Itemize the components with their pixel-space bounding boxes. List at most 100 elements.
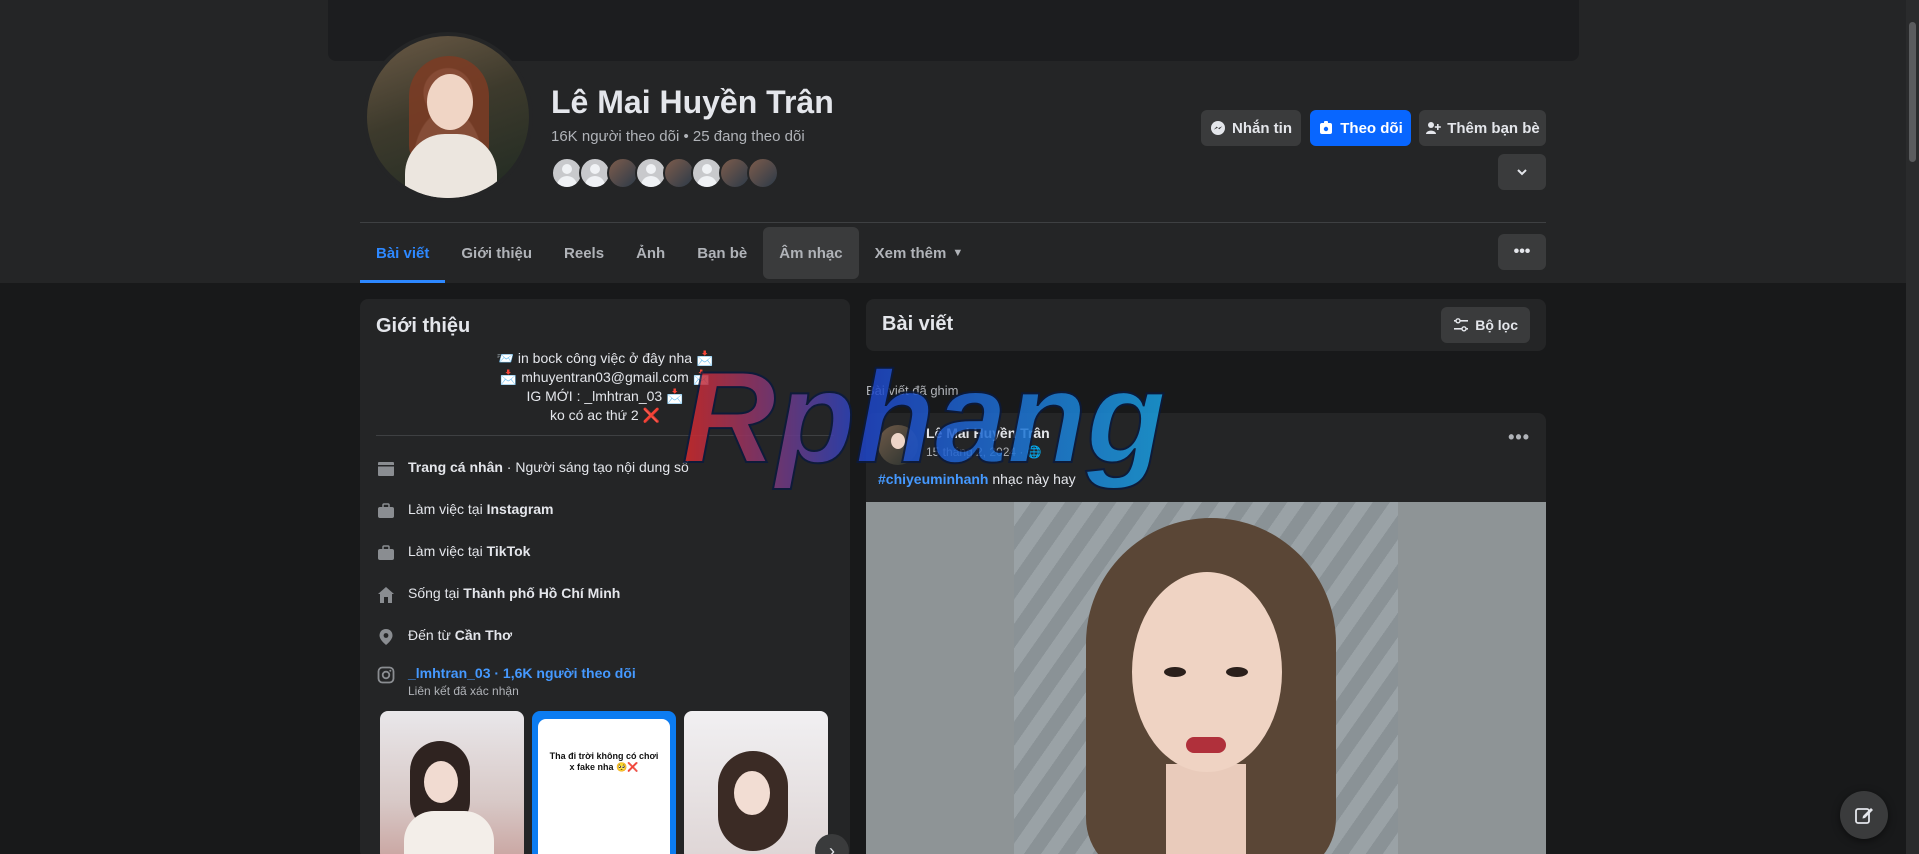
cover-photo[interactable] [328,0,1579,61]
follow-button-label: Theo dõi [1340,119,1403,137]
tab-about[interactable]: Giới thiệu [445,227,548,279]
post-photo[interactable] [1014,502,1398,854]
instagram-link[interactable]: _lmhtran_03 · 1,6K người theo dõi [408,665,636,681]
intro-row-instagram: _lmhtran_03 · 1,6K người theo dõi Liên k… [376,665,636,698]
header-divider [360,222,1546,223]
intro-row-bold[interactable]: TikTok [487,543,531,559]
flag-icon [376,459,396,479]
intro-row-work-instagram: Làm việc tại Instagram [376,501,554,521]
add-friend-icon [1426,122,1442,134]
avatar-body [405,134,497,198]
follow-button[interactable]: Theo dõi [1310,110,1411,146]
instagram-verified-label: Liên kết đã xác nhận [408,684,519,698]
post-date-text: 15 tháng 2, 2024 · [926,445,1027,459]
bio-line: IG MỚI : _lmhtran_03 📩 [526,388,684,404]
profile-name: Lê Mai Huyền Trân [551,84,834,120]
photo-body [404,811,494,854]
intro-card: Giới thiệu 📨 in bock công việc ở đây nha… [360,299,850,854]
profile-tabs: Bài viết Giới thiệu Reels Ảnh Bạn bè Âm … [360,227,979,283]
bio-line: ko có ac thứ 2 ❌ [549,407,661,423]
bio-line: 📨 in bock công việc ở đây nha 📩 [496,350,714,366]
intro-row-prefix: Làm việc tại [408,543,487,559]
intro-row-prefix: Sống tại [408,585,464,601]
caret-down-icon: ▼ [952,247,964,259]
photo-face [734,771,770,815]
filter-button-label: Bộ lọc [1475,317,1518,333]
tab-friends[interactable]: Bạn bè [681,227,763,279]
messenger-icon [1211,121,1225,135]
photo-eye [1226,667,1248,677]
post-author[interactable]: Lê Mai Huyền Trân [926,425,1050,441]
globe-icon: 🌐 [1026,445,1042,459]
bio-divider [376,435,834,436]
add-friend-button-label: Thêm bạn bè [1447,119,1540,137]
intro-row-bold: Trang cá nhân [408,459,503,475]
tab-photos[interactable]: Ảnh [620,227,681,279]
page-scrollbar[interactable] [1906,0,1919,854]
follower-stats[interactable]: 16K người theo dõi • 25 đang theo dõi [551,128,805,145]
filter-sliders-icon [1454,318,1469,332]
intro-row-work-tiktok: Làm việc tại TikTok [376,543,530,563]
photo-neck [1166,764,1246,854]
intro-row-bold[interactable]: Thành phố Hồ Chí Minh [463,585,620,601]
message-button-label: Nhắn tin [1232,119,1292,137]
instagram-icon [376,665,396,685]
post-text: #chiyeuminhanh nhạc này hay [878,471,1076,487]
intro-row-from: Đến từ Cần Thơ [376,627,512,647]
featured-photo[interactable] [380,711,524,854]
intro-row-prefix: Làm việc tại [408,501,487,517]
tab-posts[interactable]: Bài viết [360,227,446,283]
post-date[interactable]: 15 tháng 2, 2024 · 🌐 [926,445,1042,459]
scrollbar-thumb[interactable] [1909,22,1916,162]
add-friend-button[interactable]: Thêm bạn bè [1419,110,1546,146]
new-message-button[interactable] [1840,791,1888,839]
intro-row-lives-in: Sống tại Thành phố Hồ Chí Minh [376,585,620,605]
briefcase-icon [376,543,396,563]
filter-button[interactable]: Bộ lọc [1441,307,1530,343]
screenshot-panel [538,719,670,854]
featured-photos: Tha đi trời không có chơi x fake nha 🥺❌ [380,711,828,854]
intro-row-bold[interactable]: Cần Thơ [455,627,512,643]
intro-row-prefix: Đến từ [408,627,455,643]
tab-see-more[interactable]: Xem thêm ▼ [859,227,980,279]
intro-row-suffix: · Người sáng tạo nội dung số [502,459,689,475]
intro-row-bold[interactable]: Instagram [487,501,554,517]
intro-row-page: Trang cá nhân · Người sáng tạo nội dung … [376,459,689,479]
message-button[interactable]: Nhắn tin [1201,110,1301,146]
tab-see-more-label: Xem thêm [874,244,947,262]
post-hashtag[interactable]: #chiyeuminhanh [878,471,988,487]
post-card: Lê Mai Huyền Trân 15 tháng 2, 2024 · 🌐 •… [866,413,1546,854]
featured-next-button[interactable]: › [815,834,849,854]
post-author-avatar[interactable] [878,425,918,465]
tab-reels[interactable]: Reels [548,227,620,279]
follower-avatars[interactable] [551,157,779,189]
intro-bio: 📨 in bock công việc ở đây nha 📩 📩 mhuyen… [376,349,834,425]
intro-title: Giới thiệu [376,315,471,337]
location-pin-icon [376,627,396,647]
post-options-button[interactable]: ••• [1508,427,1530,448]
follower-avatar[interactable] [747,157,779,189]
posts-header-card: Bài viết Bộ lọc [866,299,1546,351]
bio-line: 📩 mhuyentran03@gmail.com 📩 [499,369,711,385]
home-icon [376,585,396,605]
follow-icon [1320,121,1333,134]
post-caption: nhạc này hay [988,471,1076,487]
photo-eye [1164,667,1186,677]
avatar-face [427,74,473,130]
chevron-right-icon: › [829,840,835,854]
featured-photo[interactable]: Tha đi trời không có chơi x fake nha 🥺❌ [532,711,676,854]
tabs-more-button[interactable]: ••• [1498,234,1546,270]
photo-lips [1186,737,1226,753]
tab-music[interactable]: Âm nhạc [763,227,859,279]
featured-photo-caption: Tha đi trời không có chơi x fake nha 🥺❌ [549,751,659,772]
more-dots-icon: ••• [1513,243,1531,260]
featured-photo[interactable] [684,711,828,854]
chevron-down-icon [1517,169,1527,176]
compose-icon [1855,808,1873,824]
posts-title: Bài viết [882,313,954,335]
photo-face [424,761,458,803]
profile-options-button[interactable] [1498,154,1546,190]
post-media[interactable] [866,502,1546,854]
pinned-posts-label: Bài viết đã ghim [866,383,959,398]
profile-avatar[interactable] [363,32,533,202]
